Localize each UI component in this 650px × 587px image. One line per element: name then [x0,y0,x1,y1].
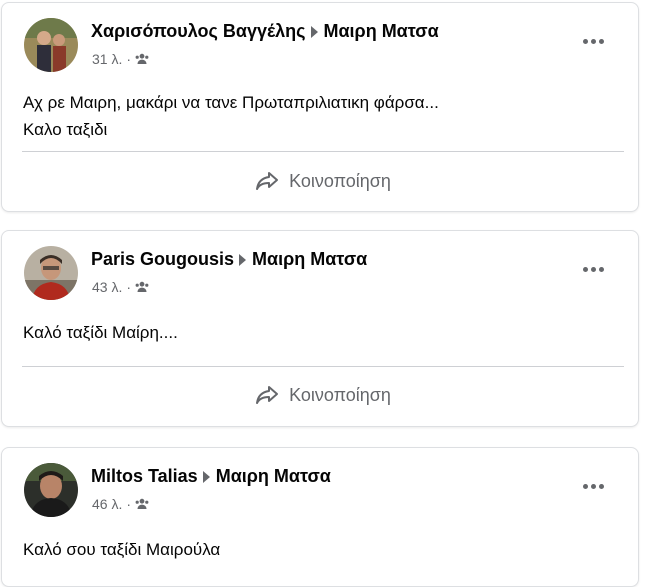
arrow-right-icon [202,470,210,483]
meta-separator: · [126,279,132,295]
timestamp[interactable]: 31 λ. [92,51,122,67]
post-text: Καλό ταξίδι Μαίρη.... [23,319,623,346]
post-text: Αχ ρε Μαιρη, μακάρι να τανε Πρωταπριλιατ… [23,89,623,143]
post-card: Miltos Talias Μαιρη Ματσα 46 λ. · Καλό σ… [1,447,639,587]
avatar[interactable] [24,463,78,517]
post-card: Χαρισόπουλος Βαγγέλης Μαιρη Ματσα 31 λ. … [1,2,639,212]
timestamp[interactable]: 43 λ. [92,279,122,295]
group-audience-icon [135,53,149,65]
post-text-line: Καλό ταξίδι Μαίρη.... [23,323,178,342]
meta-separator: · [126,51,132,67]
post-header: Miltos Talias Μαιρη Ματσα [91,466,331,487]
target-name[interactable]: Μαιρη Ματσα [216,466,331,487]
post-card: Paris Gougousis Μαιρη Ματσα 43 λ. · Καλό… [1,230,639,427]
author-name[interactable]: Miltos Talias [91,466,198,487]
divider [22,366,624,367]
post-meta: 46 λ. · [92,496,149,512]
share-arrow-icon [255,385,279,405]
avatar[interactable] [24,18,78,72]
timestamp[interactable]: 46 λ. [92,496,122,512]
post-header: Χαρισόπουλος Βαγγέλης Μαιρη Ματσα [91,21,439,42]
more-options-icon[interactable] [583,484,604,489]
share-label: Κοινοποίηση [289,384,391,405]
meta-separator: · [126,496,132,512]
author-name[interactable]: Paris Gougousis [91,249,234,270]
post-text-line: Καλό σου ταξίδι Μαιρούλα [23,540,221,559]
post-meta: 31 λ. · [92,51,149,67]
divider [22,151,624,152]
target-name[interactable]: Μαιρη Ματσα [324,21,439,42]
group-audience-icon [135,281,149,293]
target-name[interactable]: Μαιρη Ματσα [252,249,367,270]
more-options-icon[interactable] [583,267,604,272]
arrow-right-icon [310,25,318,38]
share-label: Κοινοποίηση [289,170,391,191]
author-name[interactable]: Χαρισόπουλος Βαγγέλης [91,21,306,42]
share-button[interactable]: Κοινοποίηση [22,161,624,201]
post-text-line: Καλο ταξιδι [23,120,108,139]
post-text: Καλό σου ταξίδι Μαιρούλα [23,536,623,563]
share-arrow-icon [255,171,279,191]
post-text-line: Αχ ρε Μαιρη, μακάρι να τανε Πρωταπριλιατ… [23,93,439,112]
group-audience-icon [135,498,149,510]
post-meta: 43 λ. · [92,279,149,295]
avatar[interactable] [24,246,78,300]
arrow-right-icon [239,253,247,266]
share-button[interactable]: Κοινοποίηση [22,375,624,415]
more-options-icon[interactable] [583,39,604,44]
post-header: Paris Gougousis Μαιρη Ματσα [91,249,367,270]
